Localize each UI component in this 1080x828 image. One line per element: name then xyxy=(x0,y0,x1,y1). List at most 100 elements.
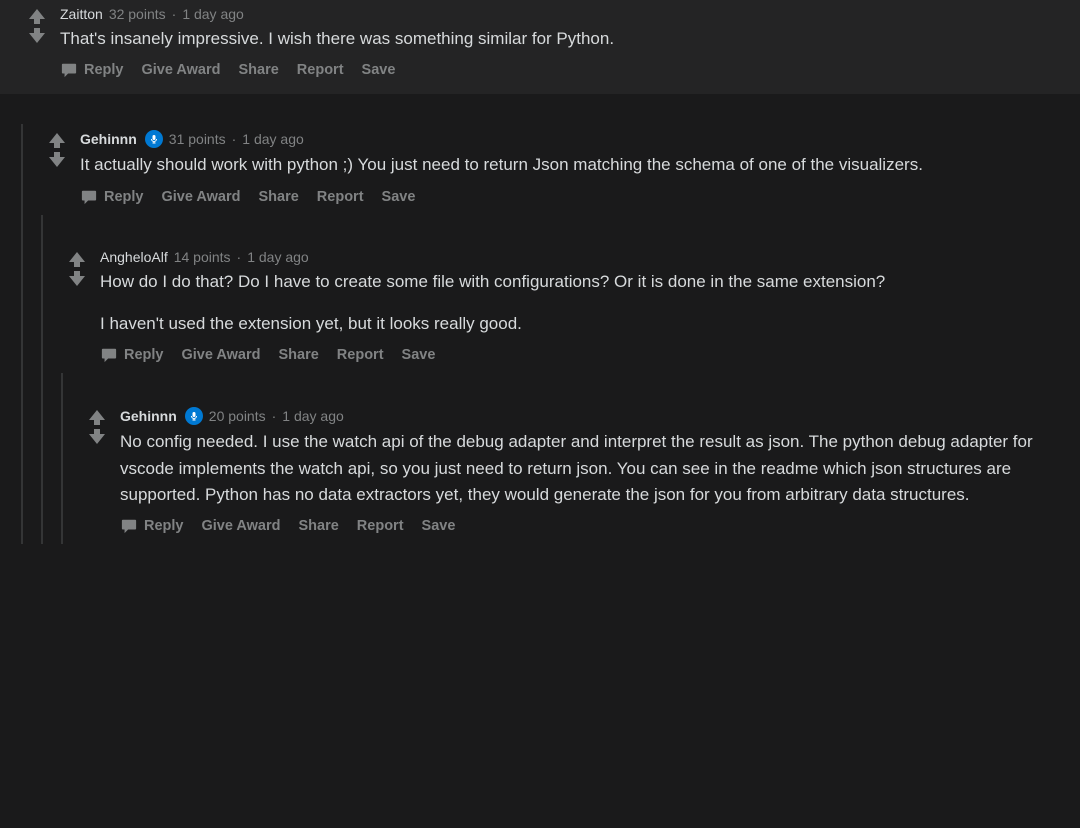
comment-body: How do I do that? Do I have to create so… xyxy=(100,269,1062,338)
thread-line[interactable] xyxy=(32,243,52,374)
thread-line[interactable] xyxy=(52,373,72,401)
comment-content: Gehinnn 20 points · 1 day ago No config … xyxy=(112,401,1080,544)
thread-line[interactable] xyxy=(32,401,52,544)
meta-separator: · xyxy=(272,408,277,424)
age-label: 1 day ago xyxy=(242,131,304,147)
meta-separator: · xyxy=(172,6,177,22)
author-link[interactable]: Zaitton xyxy=(60,6,103,22)
save-button[interactable]: Save xyxy=(382,189,416,205)
thread-spacer xyxy=(0,215,1080,243)
comment-meta: Gehinnn 31 points · 1 day ago xyxy=(80,130,1062,148)
points-label: 20 points xyxy=(209,408,266,424)
reply-button[interactable]: Reply xyxy=(80,189,144,205)
reply-button[interactable]: Reply xyxy=(60,62,124,78)
comment-paragraph: No config needed. I use the watch api of… xyxy=(120,429,1062,508)
comment-actions: Reply Give Award Share Report Save xyxy=(120,518,1062,534)
comment-content: AngheloAlf 14 points · 1 day ago How do … xyxy=(92,243,1080,374)
comment-paragraph: How do I do that? Do I have to create so… xyxy=(100,269,1062,295)
save-button[interactable]: Save xyxy=(362,62,396,78)
comment-content: Gehinnn 31 points · 1 day ago It actuall… xyxy=(72,124,1080,214)
downvote-icon[interactable] xyxy=(65,269,89,289)
reply-label: Reply xyxy=(104,189,144,205)
author-link[interactable]: Gehinnn xyxy=(120,408,177,424)
op-badge-icon xyxy=(185,407,203,425)
speech-bubble-icon xyxy=(80,189,98,205)
downvote-icon[interactable] xyxy=(45,150,69,170)
upvote-icon[interactable] xyxy=(25,6,49,26)
give-award-button[interactable]: Give Award xyxy=(142,62,221,78)
op-badge-icon xyxy=(145,130,163,148)
reply-button[interactable]: Reply xyxy=(100,347,164,363)
thread-line[interactable] xyxy=(12,124,32,214)
vote-column xyxy=(82,401,112,544)
give-award-button[interactable]: Give Award xyxy=(162,189,241,205)
downvote-icon[interactable] xyxy=(25,26,49,46)
share-button[interactable]: Share xyxy=(258,189,298,205)
vote-column xyxy=(62,243,92,374)
give-award-button[interactable]: Give Award xyxy=(202,518,281,534)
vote-column xyxy=(22,0,52,94)
give-award-button[interactable]: Give Award xyxy=(182,347,261,363)
thread-spacer xyxy=(0,373,1080,401)
thread-indent xyxy=(12,243,52,374)
save-button[interactable]: Save xyxy=(402,347,436,363)
share-button[interactable]: Share xyxy=(238,62,278,78)
points-label: 14 points xyxy=(174,249,231,265)
comment-paragraph: That's insanely impressive. I wish there… xyxy=(60,26,1062,52)
vote-column xyxy=(42,124,72,214)
downvote-icon[interactable] xyxy=(85,427,109,447)
report-button[interactable]: Report xyxy=(297,62,344,78)
comment-content: Zaitton 32 points · 1 day ago That's ins… xyxy=(52,0,1080,94)
report-button[interactable]: Report xyxy=(317,189,364,205)
reply-label: Reply xyxy=(144,518,184,534)
share-button[interactable]: Share xyxy=(278,347,318,363)
points-label: 32 points xyxy=(109,6,166,22)
thread-line[interactable] xyxy=(12,243,32,374)
comment-actions: Reply Give Award Share Report Save xyxy=(60,62,1062,78)
author-link[interactable]: Gehinnn xyxy=(80,131,137,147)
comment-body: No config needed. I use the watch api of… xyxy=(120,429,1062,508)
author-link[interactable]: AngheloAlf xyxy=(100,249,168,265)
comment-actions: Reply Give Award Share Report Save xyxy=(80,189,1062,205)
comment: Gehinnn 20 points · 1 day ago No config … xyxy=(0,401,1080,544)
age-label: 1 day ago xyxy=(247,249,309,265)
thread-line[interactable] xyxy=(32,373,52,401)
save-button[interactable]: Save xyxy=(422,518,456,534)
speech-bubble-icon xyxy=(60,62,78,78)
points-label: 31 points xyxy=(169,131,226,147)
age-label: 1 day ago xyxy=(182,6,244,22)
comment-paragraph: I haven't used the extension yet, but it… xyxy=(100,311,1062,337)
comment-actions: Reply Give Award Share Report Save xyxy=(100,347,1062,363)
thread-line[interactable] xyxy=(52,401,72,544)
upvote-icon[interactable] xyxy=(45,130,69,150)
comment-body: That's insanely impressive. I wish there… xyxy=(60,26,1062,52)
age-label: 1 day ago xyxy=(282,408,344,424)
upvote-icon[interactable] xyxy=(85,407,109,427)
comment-meta: Gehinnn 20 points · 1 day ago xyxy=(120,407,1062,425)
comment-paragraph: It actually should work with python ;) Y… xyxy=(80,152,1062,178)
comment-body: It actually should work with python ;) Y… xyxy=(80,152,1062,178)
reply-label: Reply xyxy=(124,347,164,363)
comment: Zaitton 32 points · 1 day ago That's ins… xyxy=(0,0,1080,94)
thread-indent xyxy=(12,401,72,544)
reply-label: Reply xyxy=(84,62,124,78)
meta-separator: · xyxy=(232,131,237,147)
report-button[interactable]: Report xyxy=(337,347,384,363)
thread-line[interactable] xyxy=(32,215,52,243)
comment: Gehinnn 31 points · 1 day ago It actuall… xyxy=(0,124,1080,214)
thread-line[interactable] xyxy=(12,373,32,401)
comment-thread: Zaitton 32 points · 1 day ago That's ins… xyxy=(0,0,1080,564)
thread-indent xyxy=(12,124,32,214)
comment: AngheloAlf 14 points · 1 day ago How do … xyxy=(0,243,1080,374)
upvote-icon[interactable] xyxy=(65,249,89,269)
speech-bubble-icon xyxy=(120,518,138,534)
meta-separator: · xyxy=(237,249,242,265)
report-button[interactable]: Report xyxy=(357,518,404,534)
share-button[interactable]: Share xyxy=(298,518,338,534)
thread-line[interactable] xyxy=(12,401,32,544)
thread-line[interactable] xyxy=(12,215,32,243)
speech-bubble-icon xyxy=(100,347,118,363)
comment-meta: AngheloAlf 14 points · 1 day ago xyxy=(100,249,1062,265)
comment-meta: Zaitton 32 points · 1 day ago xyxy=(60,6,1062,22)
reply-button[interactable]: Reply xyxy=(120,518,184,534)
